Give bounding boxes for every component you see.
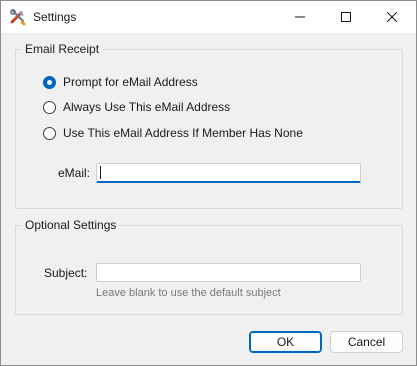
- radio-button[interactable]: [43, 126, 56, 140]
- radio-button[interactable]: [43, 100, 56, 114]
- radio-label: Use This eMail Address If Member Has Non…: [63, 126, 303, 140]
- subject-label: Subject:: [44, 266, 88, 280]
- cancel-button[interactable]: Cancel: [330, 331, 403, 353]
- radio-always-use-email[interactable]: Always Use This eMail Address: [43, 99, 230, 115]
- email-receipt-group-label: Email Receipt: [22, 42, 103, 56]
- email-label: eMail:: [58, 166, 91, 180]
- subject-field[interactable]: [96, 263, 361, 282]
- radio-use-if-member-none[interactable]: Use This eMail Address If Member Has Non…: [43, 125, 303, 141]
- text-caret: [100, 166, 101, 179]
- subject-hint: Leave blank to use the default subject: [96, 287, 281, 299]
- close-button[interactable]: [369, 1, 415, 33]
- maximize-icon: [341, 12, 351, 22]
- email-field[interactable]: [96, 163, 361, 183]
- title-bar[interactable]: Settings: [1, 1, 416, 33]
- minimize-button[interactable]: [277, 1, 323, 33]
- radio-label: Prompt for eMail Address: [63, 75, 198, 89]
- tools-icon: [9, 8, 27, 26]
- radio-label: Always Use This eMail Address: [63, 100, 231, 114]
- window-title: Settings: [33, 10, 77, 24]
- settings-dialog: Settings Email Receipt Prompt for eMail …: [0, 0, 417, 366]
- minimize-icon: [295, 12, 305, 22]
- radio-button-checked[interactable]: [43, 75, 56, 89]
- maximize-button[interactable]: [323, 1, 369, 33]
- optional-settings-group-label: Optional Settings: [22, 218, 120, 232]
- radio-prompt-email[interactable]: Prompt for eMail Address: [43, 74, 198, 90]
- ok-button[interactable]: OK: [249, 331, 322, 353]
- close-icon: [387, 12, 397, 22]
